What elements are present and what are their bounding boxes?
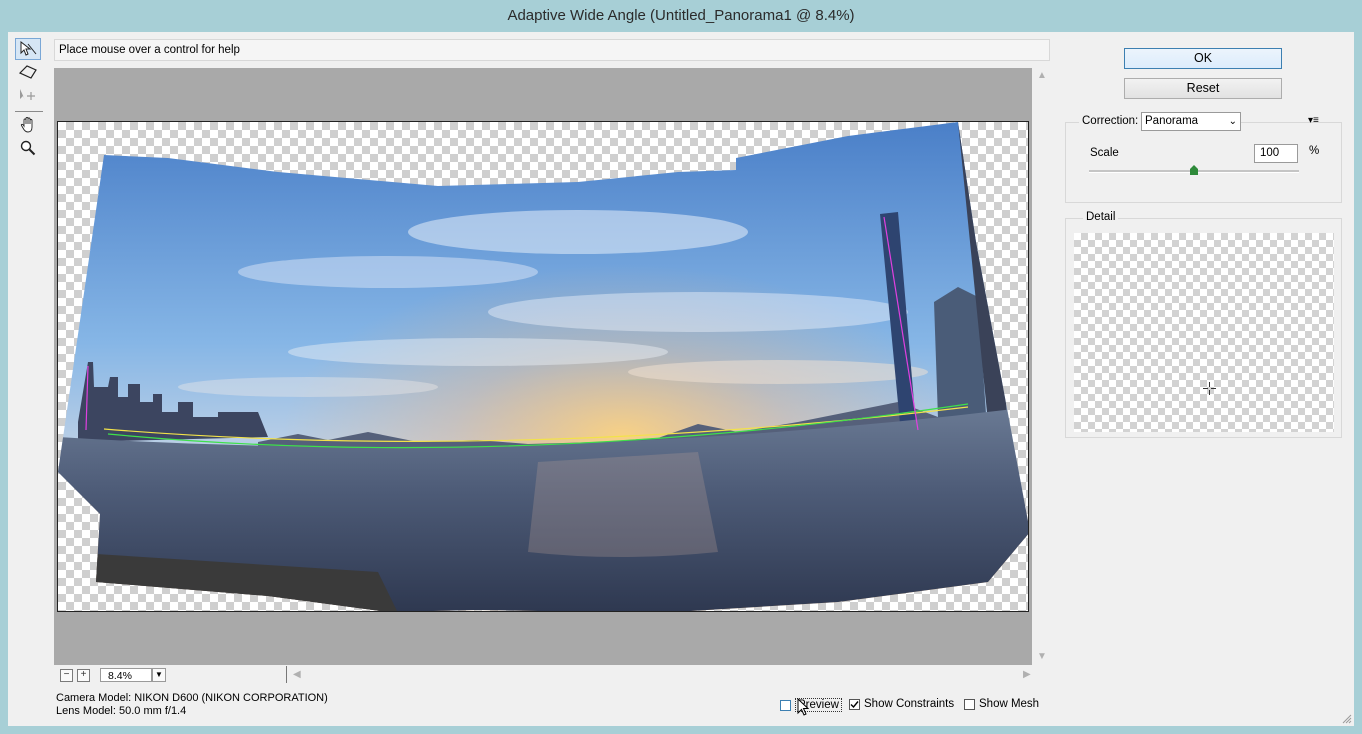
show-mesh-checkbox[interactable] (964, 698, 975, 710)
zoom-dropdown-button[interactable]: ▼ (152, 668, 166, 682)
show-mesh-option[interactable]: Show Mesh (964, 698, 1039, 710)
show-constraints-checkbox[interactable] (849, 698, 860, 710)
resize-grip-icon[interactable] (1342, 714, 1352, 724)
panorama-photo (58, 122, 1028, 611)
dialog-client: Place mouse over a control for help ▲ ▼ … (8, 32, 1354, 726)
scroll-down-icon[interactable]: ▼ (1037, 651, 1047, 662)
correction-value: Panorama (1145, 115, 1199, 127)
preview-canvas[interactable] (54, 68, 1032, 665)
detail-label: Detail (1083, 211, 1119, 223)
correction-select[interactable]: Panorama ⌄ (1141, 112, 1241, 131)
image-info: Camera Model: NIKON D600 (NIKON CORPORAT… (56, 692, 328, 718)
panel-menu-icon[interactable]: ▾≡ (1308, 115, 1319, 126)
correction-group (1065, 122, 1342, 203)
zoom-out-button[interactable]: − (60, 669, 73, 682)
tool-separator (15, 111, 43, 112)
scroll-up-icon[interactable]: ▲ (1037, 70, 1047, 81)
ok-button[interactable]: OK (1124, 48, 1282, 69)
camera-model-text: Camera Model: NIKON D600 (NIKON CORPORAT… (56, 692, 328, 704)
hand-tool-icon (20, 117, 33, 133)
lens-model-text: Lens Model: 50.0 mm f/1.4 (56, 705, 187, 717)
polygon-constraint-tool-icon (18, 65, 37, 79)
scale-input[interactable]: 100 (1254, 144, 1298, 163)
window-title: Adaptive Wide Angle (Untitled_Panorama1 … (507, 7, 855, 24)
preview-checkbox[interactable] (780, 699, 791, 711)
checkmark-icon (850, 700, 859, 708)
zoom-level-field[interactable]: 8.4% (100, 668, 152, 682)
reset-button[interactable]: Reset (1124, 78, 1282, 99)
scale-label: Scale (1090, 147, 1119, 159)
horizontal-scrollbar[interactable]: ◀ ▶ (286, 666, 1039, 683)
vertical-scrollbar[interactable]: ▲ ▼ (1034, 68, 1050, 665)
chevron-down-icon: ⌄ (1228, 116, 1237, 127)
show-constraints-label: Show Constraints (864, 698, 955, 710)
zoom-bar: − + 8.4% ▼ ◀ ▶ (54, 666, 1050, 685)
move-tool-icon (20, 89, 35, 100)
constraint-tool-icon (20, 41, 37, 56)
scroll-right-icon[interactable]: ▶ (1023, 669, 1031, 680)
detail-preview (1074, 233, 1334, 432)
scroll-left-icon[interactable]: ◀ (293, 669, 301, 680)
zoom-tool-icon (20, 140, 36, 156)
polygon-constraint-tool[interactable] (15, 61, 41, 83)
help-text-bar: Place mouse over a control for help (54, 39, 1050, 61)
mouse-cursor-icon (797, 698, 810, 716)
move-tool[interactable] (15, 84, 41, 106)
panorama-image[interactable] (57, 121, 1029, 612)
show-constraints-option[interactable]: Show Constraints (849, 698, 954, 710)
crosshair-icon (1203, 382, 1216, 395)
scale-unit: % (1309, 145, 1320, 157)
hand-tool[interactable] (15, 114, 41, 136)
show-mesh-label: Show Mesh (979, 698, 1040, 710)
zoom-tool[interactable] (15, 137, 41, 159)
slider-thumb-icon[interactable] (1190, 165, 1198, 175)
zoom-in-button[interactable]: + (77, 669, 90, 682)
constraint-tool[interactable] (15, 38, 41, 60)
correction-label: Correction: (1079, 115, 1142, 127)
chevron-down-icon: ▼ (155, 670, 163, 679)
